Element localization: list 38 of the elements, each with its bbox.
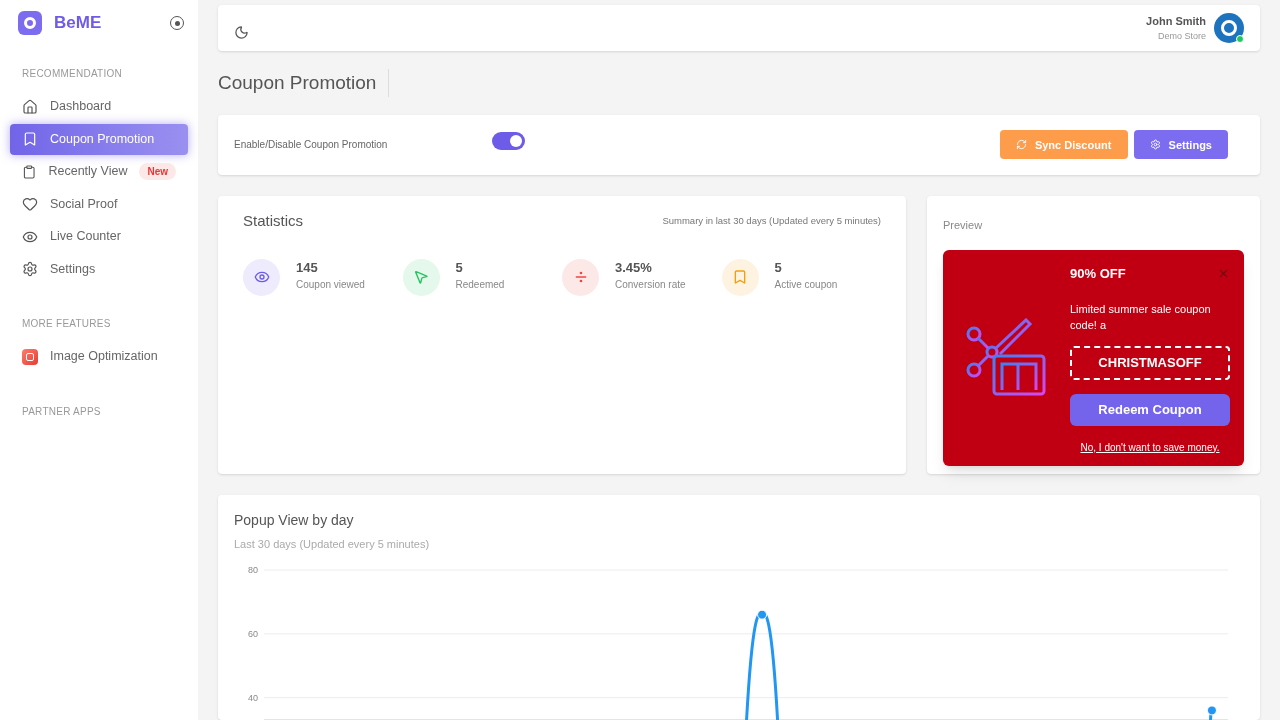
- stat-label: Conversion rate: [615, 278, 686, 293]
- nav-item[interactable]: Settings: [10, 253, 188, 285]
- stat-label: Active coupon: [774, 278, 838, 293]
- redeem-coupon-button[interactable]: Redeem Coupon: [1070, 393, 1230, 426]
- section-heading: RECOMMENDATION: [21, 67, 123, 81]
- nav-item[interactable]: Coupon Promotion: [10, 123, 188, 155]
- preview-title: Preview: [943, 219, 983, 232]
- statistics-title: Statistics: [243, 211, 303, 232]
- brand-name: BeME: [54, 12, 102, 35]
- chart-subtitle: Last 30 days (Updated every 5 minutes): [234, 538, 430, 550]
- nav-item[interactable]: Social Proof: [10, 188, 188, 220]
- axis-label: 80: [248, 565, 258, 575]
- new-badge: New: [139, 163, 176, 180]
- nav-item[interactable]: Live Counter: [10, 221, 188, 252]
- stat-value: 5: [774, 258, 783, 277]
- stat-label: Coupon viewed: [296, 278, 365, 293]
- store-name: Demo Store: [1157, 29, 1206, 43]
- stat-value: 5: [455, 258, 464, 277]
- toggle-label: Enable/Disable Coupon Promotion: [234, 138, 389, 153]
- section-heading: PARTNER APPS: [21, 404, 102, 419]
- popup-heading: 90% OFF: [1070, 265, 1126, 284]
- decline-link[interactable]: No, I don't want to save money.: [1070, 439, 1230, 455]
- nav-item[interactable]: Image Optimization: [10, 341, 188, 372]
- stat-label: Redeemed: [455, 278, 505, 293]
- section-heading: MORE FEATURES: [21, 317, 112, 331]
- page-title: Coupon Promotion: [218, 68, 390, 98]
- stat-value: 145: [296, 258, 319, 277]
- user-name: John Smith: [1146, 14, 1206, 30]
- summary-text: Summary in last 30 days (Updated every 5 minutes): [662, 214, 881, 229]
- axis-label: 40: [248, 692, 258, 703]
- chart-title: Popup View by day: [234, 511, 355, 530]
- coupon-code: CHRISTMASOFF: [1070, 345, 1230, 380]
- popup-text: Limited summer sale coupon code! a: [1070, 301, 1212, 333]
- settings-button[interactable]: Settings: [1133, 130, 1228, 160]
- nav-item[interactable]: Dashboard: [10, 91, 188, 122]
- axis-label: 60: [248, 628, 258, 639]
- nav-item[interactable]: Recently View New: [10, 156, 188, 187]
- stat-value: 3.45%: [615, 258, 653, 277]
